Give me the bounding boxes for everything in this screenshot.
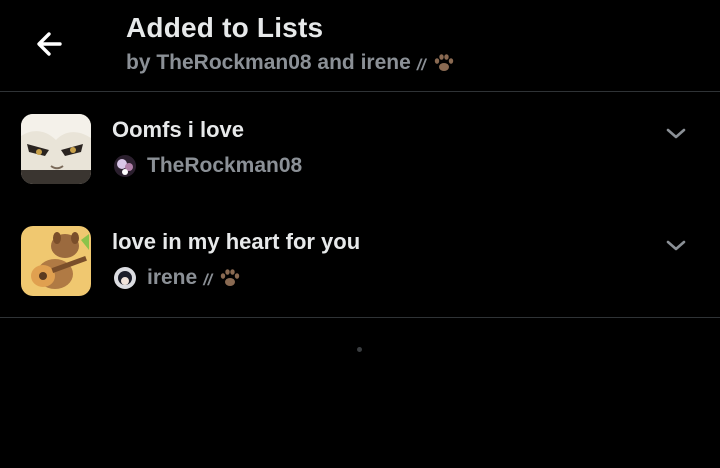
arrow-left-icon xyxy=(37,32,62,56)
paw-icon xyxy=(434,54,453,71)
avatar xyxy=(114,267,136,289)
owner-name: TheRockman08 xyxy=(147,154,303,177)
page-header: Added to Lists by TheRockman08 and irene… xyxy=(0,0,720,92)
list-divider xyxy=(0,317,720,318)
page-subtitle: by TheRockman08 and irene // xyxy=(126,51,456,75)
owner-slashes: // xyxy=(203,272,213,289)
list-owner: TheRockman08 xyxy=(114,154,302,178)
subtitle-text: by TheRockman08 and irene xyxy=(126,51,411,74)
list-item[interactable]: love in my heart for you irene // xyxy=(0,206,720,318)
chevron-down-icon[interactable] xyxy=(664,234,688,258)
list-name: Oomfs i love xyxy=(112,117,245,142)
avatar xyxy=(114,155,136,177)
back-button[interactable] xyxy=(24,22,74,66)
page-title: Added to Lists xyxy=(126,12,324,43)
list-name: love in my heart for you xyxy=(112,229,361,254)
subtitle-slashes: // xyxy=(416,57,426,74)
chevron-down-icon[interactable] xyxy=(664,122,688,146)
list-thumbnail xyxy=(21,226,91,296)
list-item[interactable]: Oomfs i love TheRockman08 xyxy=(0,94,720,206)
loading-indicator xyxy=(357,347,362,352)
list-thumbnail xyxy=(21,114,91,184)
paw-icon xyxy=(220,269,240,286)
owner-name: irene xyxy=(147,266,198,289)
list-owner: irene // xyxy=(114,266,242,290)
